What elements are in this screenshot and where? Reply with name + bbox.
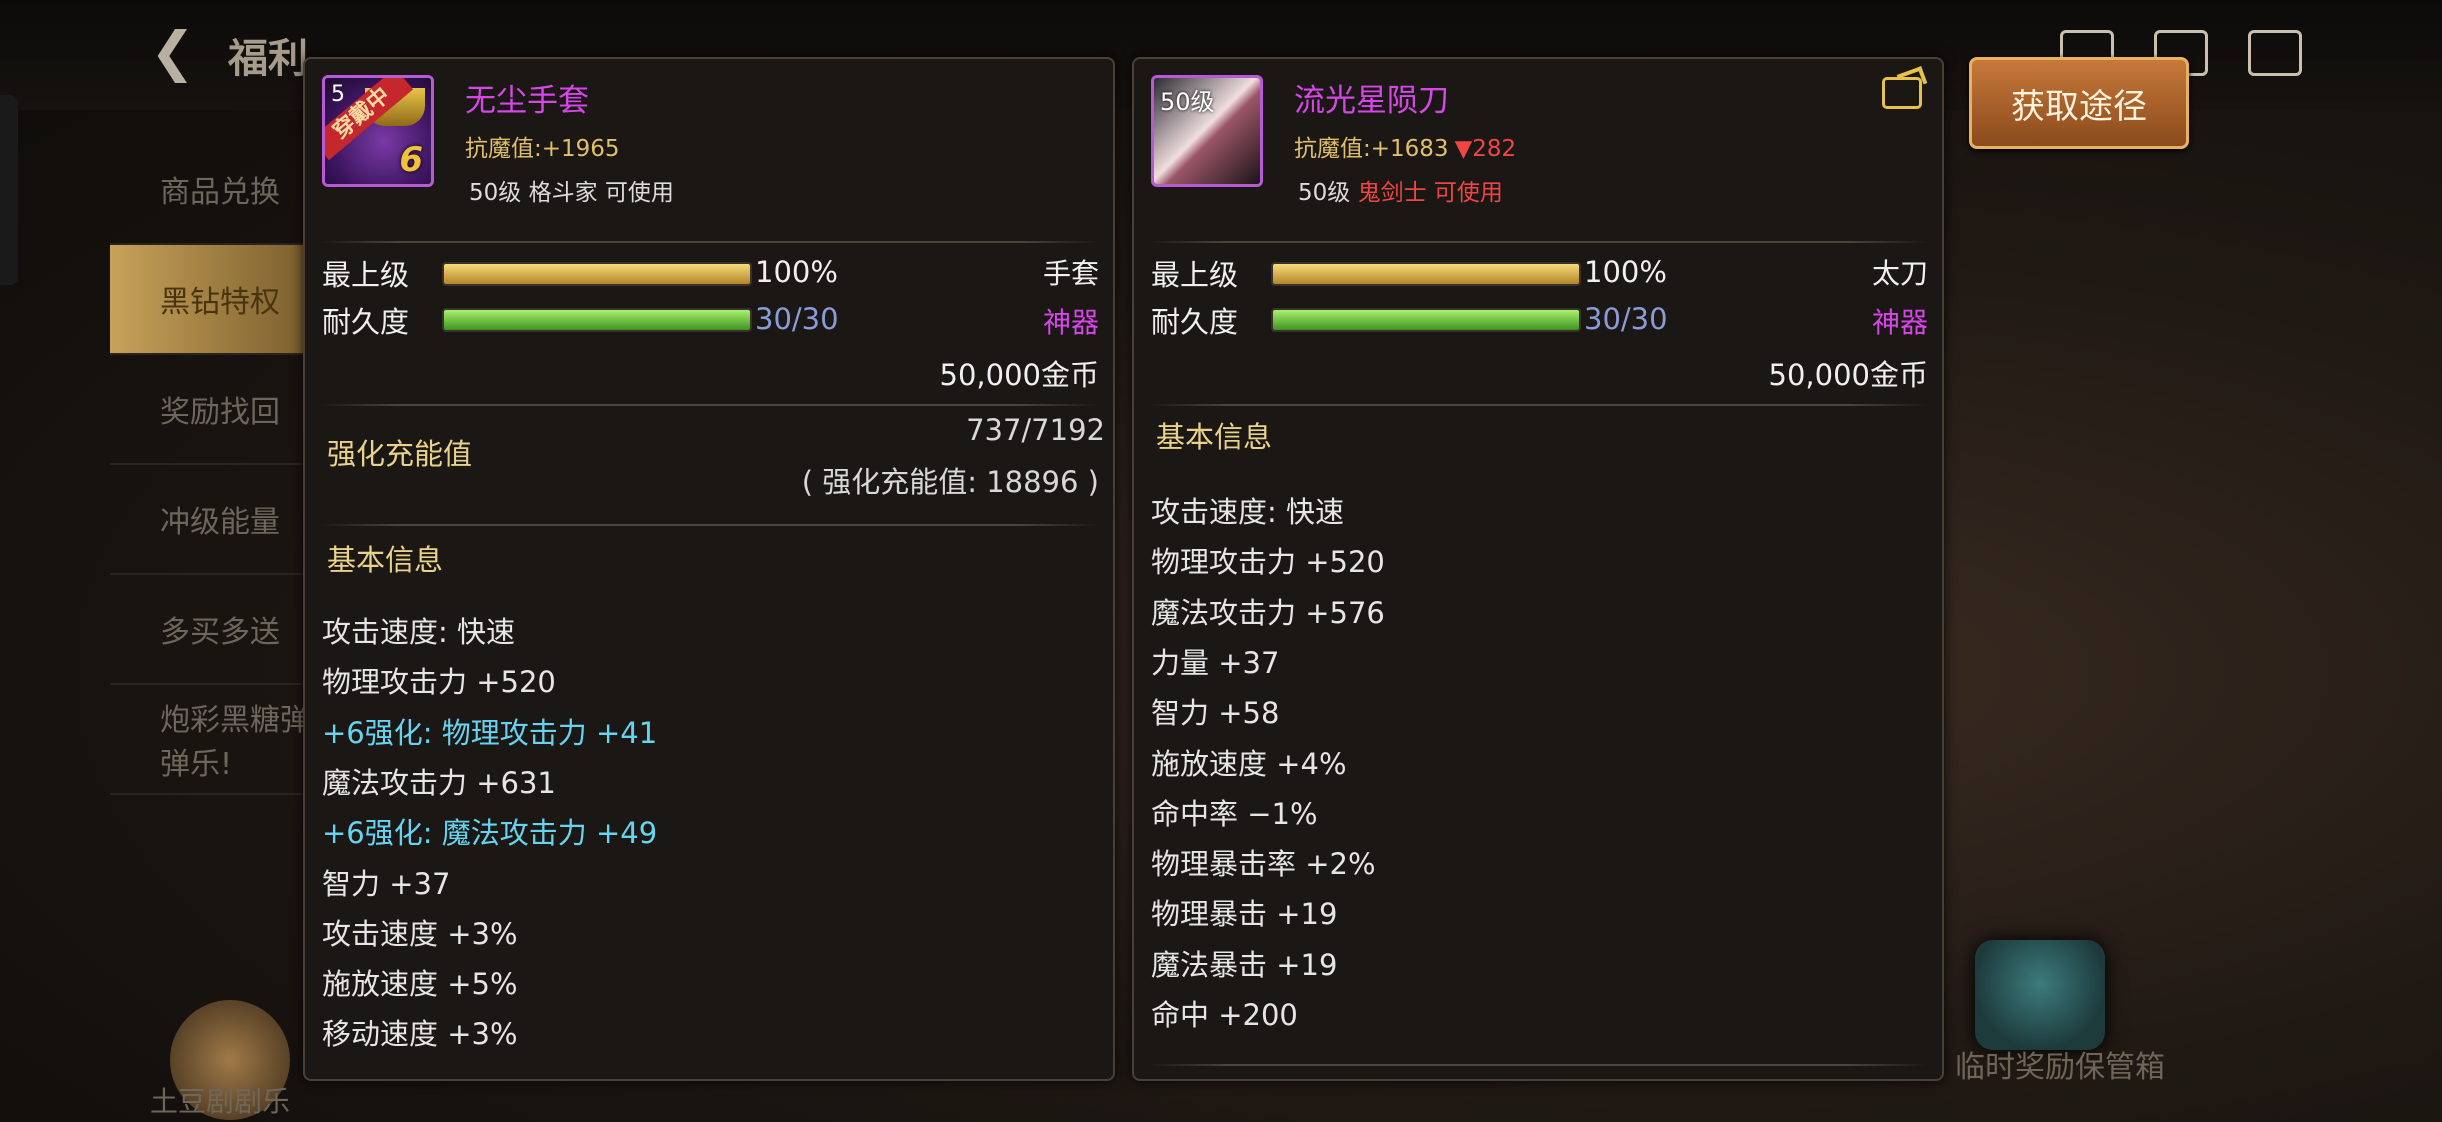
edge-handle[interactable]	[0, 95, 18, 285]
divider	[1148, 1064, 1928, 1066]
equipped-item-panel: 5 穿戴中 6 无尘手套 抗魔值:+1965 50级 格斗家 可使用 最上级 1…	[303, 57, 1115, 1081]
chest-icon[interactable]	[1975, 940, 2105, 1050]
class-req: 鬼剑士	[1357, 180, 1427, 206]
icon-level: 50级	[1160, 88, 1215, 116]
attribute: 物理暴击率 +2%	[1151, 847, 1376, 882]
basic-info-title: 基本信息	[327, 543, 444, 577]
divider	[1148, 241, 1928, 243]
side-menu: 商品兑换 黑钻特权 奖励找回 冲级能量 多买多送 炮彩黑糖弹弹乐!	[110, 135, 310, 795]
resist-diff: ▼282	[1454, 136, 1517, 162]
attribute: 物理攻击力 +520	[1151, 545, 1385, 580]
menu-item[interactable]: 商品兑换	[110, 135, 310, 245]
item-type: 手套	[1042, 257, 1099, 290]
page-title: 福利	[228, 36, 308, 82]
resist-line: 抗魔值:+1683 ▼282	[1294, 129, 1516, 163]
grade-bar	[1271, 262, 1581, 286]
basic-info-title: 基本信息	[1156, 420, 1273, 454]
compare-item-panel: 50级 流光星陨刀 抗魔值:+1683 ▼282 50级 鬼剑士 可使用 最上级 …	[1132, 57, 1944, 1081]
avatar-label: 土豆剧剧乐	[150, 1085, 291, 1118]
item-icon-blade[interactable]: 50级	[1151, 75, 1263, 187]
level-req: 50级	[1298, 180, 1351, 206]
level-req: 50级	[469, 180, 522, 206]
grade-label: 最上级	[322, 258, 410, 292]
durability-bar-fill	[444, 310, 750, 330]
durability-value: 30/30	[755, 302, 839, 336]
grade-label: 最上级	[1151, 258, 1239, 292]
resist-label: 抗魔值:	[465, 136, 542, 162]
durability-label: 耐久度	[1151, 305, 1239, 339]
attribute: 力量 +37	[1151, 645, 1280, 680]
menu-item-active[interactable]: 黑钻特权	[110, 245, 310, 355]
attribute: 魔法暴击 +19	[1151, 947, 1338, 982]
share-icon[interactable]	[1882, 77, 1922, 109]
menu-item[interactable]: 炮彩黑糖弹弹乐!	[110, 685, 310, 795]
item-name: 无尘手套	[465, 83, 589, 119]
usage-line: 50级 格斗家 可使用	[469, 173, 674, 207]
charge-value: 737/7192	[966, 413, 1105, 447]
acquire-button[interactable]: 获取途径	[1969, 57, 2189, 149]
divider	[319, 241, 1099, 243]
attribute: 攻击速度: 快速	[1151, 495, 1344, 529]
menu-item[interactable]: 奖励找回	[110, 355, 310, 465]
divider	[1148, 404, 1928, 406]
attribute: 施放速度 +4%	[1151, 746, 1347, 781]
enhance-attribute: +6强化: 魔法攻击力 +49	[322, 816, 658, 851]
attribute: 命中 +200	[1151, 998, 1298, 1032]
attribute: 攻击速度 +3%	[322, 916, 518, 951]
menu-item[interactable]: 多买多送	[110, 575, 310, 685]
charge-total: ( 强化充能值: 18896 )	[801, 465, 1099, 499]
chest-label: 临时奖励保管箱	[1955, 1050, 2165, 1085]
resist-label: 抗魔值:	[1294, 136, 1371, 162]
item-icon-glove[interactable]: 5 穿戴中 6	[322, 75, 434, 187]
resist-value: +1965	[541, 136, 620, 162]
grade-bar-fill	[444, 264, 750, 284]
attribute: 移动速度 +3%	[322, 1017, 518, 1052]
rarity: 神器	[1042, 306, 1099, 339]
attribute: 攻击速度: 快速	[322, 615, 515, 649]
resist-line: 抗魔值:+1965	[465, 129, 620, 163]
grade-value: 100%	[1584, 255, 1667, 289]
usable-status: 可使用	[604, 180, 674, 206]
chat-icon[interactable]	[2248, 30, 2302, 76]
attribute: 物理攻击力 +520	[322, 665, 556, 700]
rarity: 神器	[1871, 306, 1928, 339]
usable-status: 可使用	[1433, 180, 1503, 206]
grade-bar-fill	[1273, 264, 1579, 284]
item-type: 太刀	[1871, 257, 1928, 290]
price: 50,000金币	[939, 358, 1099, 392]
divider	[319, 524, 1099, 526]
attribute: 魔法攻击力 +576	[1151, 595, 1385, 630]
attribute: 施放速度 +5%	[322, 967, 518, 1002]
attribute: 智力 +37	[322, 866, 451, 901]
durability-bar	[1271, 308, 1581, 332]
enhance-level: 6	[399, 140, 423, 180]
charge-title: 强化充能值	[327, 437, 473, 471]
price: 50,000金币	[1768, 358, 1928, 392]
divider	[319, 404, 1099, 406]
menu-item[interactable]: 冲级能量	[110, 465, 310, 575]
enhance-attribute: +6强化: 物理攻击力 +41	[322, 715, 658, 750]
durability-bar	[442, 308, 752, 332]
attribute: 物理暴击 +19	[1151, 897, 1338, 932]
item-name: 流光星陨刀	[1294, 83, 1449, 119]
usage-line: 50级 鬼剑士 可使用	[1298, 173, 1503, 207]
back-arrow-icon[interactable]: ❮	[150, 20, 195, 83]
resist-value: +1683	[1370, 136, 1449, 162]
icon-level: 5	[331, 82, 345, 107]
attribute: 命中率 −1%	[1151, 796, 1318, 831]
grade-value: 100%	[755, 255, 838, 289]
durability-value: 30/30	[1584, 302, 1668, 336]
durability-bar-fill	[1273, 310, 1579, 330]
grade-bar	[442, 262, 752, 286]
attribute: 魔法攻击力 +631	[322, 765, 556, 800]
durability-label: 耐久度	[322, 305, 410, 339]
attribute: 智力 +58	[1151, 696, 1280, 731]
class-req: 格斗家	[528, 180, 598, 206]
